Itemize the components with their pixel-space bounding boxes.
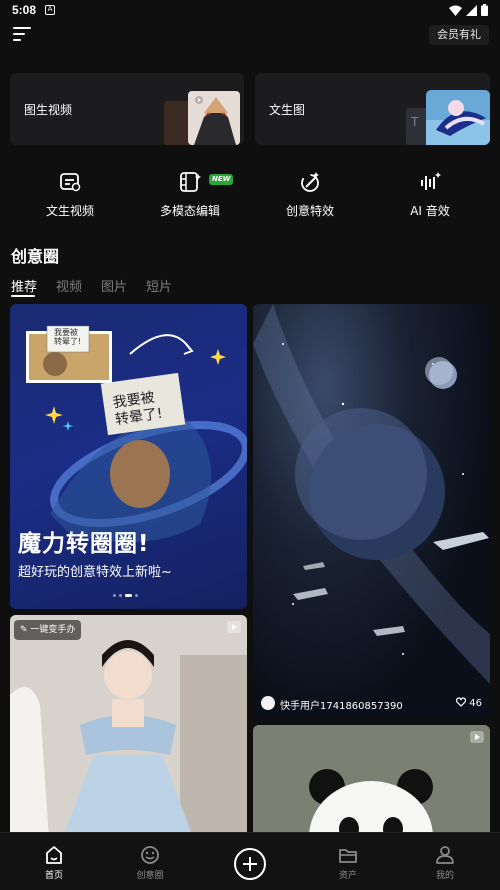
nav-creative-circle[interactable]: 创意圈 [120,845,180,881]
quick-label: AI 音效 [410,204,450,218]
post-meta: 快手用户1741860857390 46 [261,694,482,712]
like-button[interactable]: 46 [456,697,482,709]
tab-underline [11,295,35,297]
nav-label: 创意圈 [136,871,164,881]
tab-recommended[interactable]: 推荐 [11,276,37,295]
tab-image[interactable]: 图片 [101,276,127,295]
bottom-nav: 首页 创意圈 资产 我的 [0,832,500,890]
dress-post-card[interactable]: ✎ 一键变手办 [10,615,247,832]
creative-circle-icon [141,846,159,864]
post-author[interactable]: 快手用户1741860857390 [280,697,403,712]
figure-icon: ✎ [20,625,31,635]
status-bar: 5:08 A [0,0,500,22]
menu-icon[interactable] [13,27,31,43]
feed-grid: 我要被 转晕了! 我要被 转晕了! 魔力转圈圈! 超好玩的创意特效上新啦~ 快手… [0,304,500,832]
quick-label: 文生视频 [45,204,94,218]
promo-subtitle: 超好玩的创意特效上新啦~ [18,565,172,580]
home-icon [46,846,62,864]
promo-banner[interactable]: 我要被 转晕了! 我要被 转晕了! 魔力转圈圈! 超好玩的创意特效上新啦~ [10,304,247,609]
magic-effect-icon [301,172,319,192]
tab-short-film[interactable]: 短片 [146,276,172,295]
image-to-video-card[interactable]: 图生视频 [10,73,244,145]
space-post-card[interactable]: 快手用户1741860857390 46 [253,304,490,718]
quick-actions: 文生视频 多模态编辑 创意特效 AI 音效 [0,170,500,218]
quick-label: 创意特效 [285,204,334,218]
nav-profile[interactable]: 我的 [415,845,475,881]
carousel-dot [119,594,122,597]
card-label: 文生图 [269,103,306,117]
nav-assets[interactable]: 资产 [318,845,378,881]
image-to-video-thumbnail [164,91,240,145]
battery-icon [481,4,488,16]
card-label: 图生视频 [24,103,73,117]
panda-post-card[interactable] [253,725,490,832]
wifi-icon [449,5,462,16]
play-icon [470,731,484,743]
quick-label: 多模态编辑 [159,204,220,218]
text-to-image-card[interactable]: 文生图 T [255,73,490,145]
profile-icon [436,846,454,864]
one-click-figure-tag[interactable]: ✎ 一键变手办 [14,620,82,640]
carousel-dot-active [125,594,132,597]
dress-artwork [10,615,247,832]
like-count: 46 [469,698,482,709]
multimodal-edit-icon [180,172,201,192]
quick-ai-audio[interactable]: AI 音效 [380,170,480,219]
folder-icon [339,849,357,863]
play-icon [227,621,241,633]
avatar[interactable] [261,696,275,710]
quick-creative-effects[interactable]: 创意特效 [260,170,360,219]
create-plus-button[interactable] [234,848,266,880]
vip-gift-button[interactable]: 会员有礼 [429,25,489,45]
signal-icon [466,4,477,16]
space-artwork [253,304,490,684]
text-video-icon [60,173,81,192]
nav-label: 我的 [435,871,454,881]
nav-home[interactable]: 首页 [24,845,84,881]
new-badge: NEW [209,174,234,185]
text-to-image-thumbnail: T [406,90,490,145]
sign-text-big: 我要被 转晕了! [111,389,164,429]
section-title: 创意圈 [11,247,60,266]
nav-label: 资产 [338,871,357,881]
carousel-dots [113,594,138,597]
notification-a-icon: A [45,5,55,15]
tab-video[interactable]: 视频 [56,276,82,295]
heart-icon [456,697,467,707]
carousel-dot [135,594,138,597]
panda-artwork [253,725,490,832]
status-icons [449,4,488,16]
carousel-dot [113,594,116,597]
sign-text-small: 我要被 转晕了! [54,328,82,346]
svg-text:T: T [410,115,419,129]
audio-wave-icon [421,172,441,190]
quick-text-to-video[interactable]: 文生视频 [20,170,120,219]
status-time: 5:08 [12,3,37,17]
nav-label: 首页 [44,871,63,881]
promo-title: 魔力转圈圈! [18,531,150,557]
